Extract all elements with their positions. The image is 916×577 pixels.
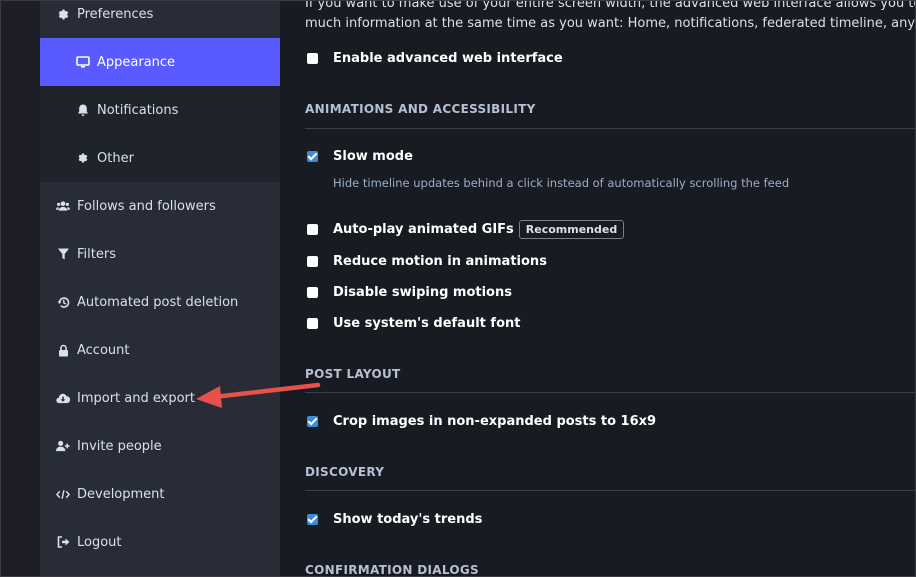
annotation-arrow-icon <box>196 382 321 408</box>
